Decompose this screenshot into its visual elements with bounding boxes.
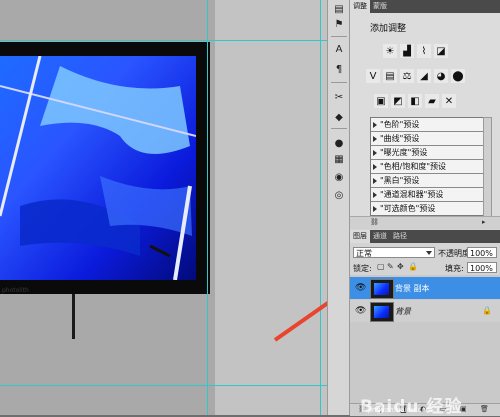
opacity-input[interactable]: 100% <box>467 247 497 258</box>
adjustments-menu-icon[interactable]: ▸ <box>482 219 489 226</box>
document-canvas[interactable]: photolith <box>0 0 327 415</box>
adjustments-title: 添加调整 <box>370 24 407 34</box>
lock-transparent-icon[interactable]: ▢ <box>377 263 385 271</box>
layers-tab-bar: 图层 通道 路径 <box>350 230 500 243</box>
right-panels: 调整 蒙版 添加调整 ☀ ▟ ⌇ ◪ V ▤ ⚖ ◢ ◕ ⬤ ▣ ◩ ◧ ▰ ✕… <box>350 0 500 416</box>
preset-selective-color[interactable]: "可选颜色"预设 <box>371 202 483 215</box>
layer-list: 👁 背景 副本 👁 背景 🔒 <box>350 275 500 403</box>
layer-name[interactable]: 背景 <box>395 306 411 317</box>
eye-icon[interactable]: 👁 <box>355 306 366 316</box>
invert-icon[interactable]: ▣ <box>374 94 388 108</box>
tab-layers[interactable]: 图层 <box>350 230 370 243</box>
color-icon[interactable]: ● <box>332 136 346 150</box>
adjustment-icons-row-2: V ▤ ⚖ ◢ ◕ ⬤ <box>366 69 465 83</box>
adjustment-icons-row-3: ▣ ◩ ◧ ▰ ✕ <box>374 94 456 108</box>
tab-adjustments[interactable]: 调整 <box>350 0 370 13</box>
red-arrow-annotation <box>273 301 327 342</box>
character-icon[interactable]: A <box>332 42 346 56</box>
preset-curves[interactable]: "曲线"预设 <box>371 132 483 146</box>
fill-label: 填充: <box>445 264 464 273</box>
layer-thumbnail <box>370 302 394 322</box>
guide-vertical[interactable] <box>207 0 208 415</box>
chevron-down-icon <box>426 251 432 255</box>
lock-icon: 🔒 <box>482 306 492 315</box>
preset-channel-mixer[interactable]: "通道混和器"预设 <box>371 188 483 202</box>
black-white-icon[interactable]: ◢ <box>417 69 431 83</box>
preset-hue-saturation[interactable]: "色相/饱和度"预设 <box>371 160 483 174</box>
lock-position-icon[interactable]: ✥ <box>397 263 405 271</box>
guide-vertical[interactable] <box>320 0 321 415</box>
fill-input[interactable]: 100% <box>467 262 497 273</box>
adjustment-icons-row-1: ☀ ▟ ⌇ ◪ <box>383 44 448 58</box>
preset-levels[interactable]: "色阶"预设 <box>371 118 483 132</box>
panel-dock-strip: ▤ ⚑ A ¶ ✂ ◆ ● ▦ ◉ ◎ <box>327 0 350 415</box>
adjustments-footer: ⛓ ▸ <box>350 216 500 229</box>
guide-horizontal[interactable] <box>0 40 327 41</box>
swatches-icon[interactable]: ▦ <box>332 152 346 166</box>
levels-icon[interactable]: ▟ <box>400 44 414 58</box>
guide-horizontal[interactable] <box>0 385 327 386</box>
adjustment-presets-list: "色阶"预设 "曲线"预设 "曝光度"预设 "色相/饱和度"预设 "黑白"预设 … <box>370 117 484 216</box>
layer-row-background[interactable]: 👁 背景 🔒 <box>350 300 500 322</box>
delete-layer-icon[interactable]: 🗑 <box>480 406 489 413</box>
layer-thumbnail <box>370 279 394 299</box>
tab-channels[interactable]: 通道 <box>370 230 390 243</box>
clone-source-icon[interactable]: ◆ <box>332 110 346 124</box>
styles-icon[interactable]: ◉ <box>332 170 346 184</box>
brightness-contrast-icon[interactable]: ☀ <box>383 44 397 58</box>
exposure-icon[interactable]: ◪ <box>434 44 448 58</box>
preset-black-white[interactable]: "黑白"预设 <box>371 174 483 188</box>
selective-color-icon[interactable]: ✕ <box>442 94 456 108</box>
photo-caption: photolith <box>2 287 29 294</box>
threshold-icon[interactable]: ◧ <box>408 94 422 108</box>
tab-masks[interactable]: 蒙版 <box>370 0 390 13</box>
paragraph-icon[interactable]: ¶ <box>332 62 346 76</box>
eye-icon[interactable]: 👁 <box>355 283 366 293</box>
layers-panel: 图层 通道 路径 正常 不透明度: 100% 锁定: ▢ ✎ ✥ 🔒 填充: 1… <box>350 230 500 416</box>
layer-name[interactable]: 背景 副本 <box>395 283 430 294</box>
adjustments-tab-bar: 调整 蒙版 <box>350 0 500 13</box>
posterize-icon[interactable]: ◩ <box>391 94 405 108</box>
lock-label: 锁定: <box>353 264 372 273</box>
color-balance-icon[interactable]: ⚖ <box>400 69 414 83</box>
lock-all-icon[interactable]: 🔒 <box>408 263 418 271</box>
layer-row-background-copy[interactable]: 👁 背景 副本 <box>350 277 500 299</box>
presets-scrollbar[interactable] <box>483 117 492 217</box>
photo-filter-icon[interactable]: ◕ <box>434 69 448 83</box>
hue-saturation-icon[interactable]: ▤ <box>383 69 397 83</box>
monitor-cable <box>72 294 75 339</box>
adjustments-panel: 调整 蒙版 添加调整 ☀ ▟ ⌇ ◪ V ▤ ⚖ ◢ ◕ ⬤ ▣ ◩ ◧ ▰ ✕… <box>350 0 500 229</box>
baidu-watermark-url: jingyan.baidu.com <box>368 406 433 414</box>
vibrance-icon[interactable]: V <box>366 69 380 83</box>
preset-exposure[interactable]: "曝光度"预设 <box>371 146 483 160</box>
photo-monitor-frame: photolith <box>0 42 210 294</box>
canvas-pasteboard <box>215 0 327 415</box>
blend-mode-select[interactable]: 正常 <box>353 247 435 258</box>
actions-icon[interactable]: ⚑ <box>332 17 346 31</box>
lock-image-icon[interactable]: ✎ <box>387 263 395 271</box>
tab-paths[interactable]: 路径 <box>390 230 410 243</box>
navigator-icon[interactable]: ◎ <box>332 188 346 202</box>
channel-mixer-icon[interactable]: ⬤ <box>451 69 465 83</box>
history-icon[interactable]: ▤ <box>332 2 346 16</box>
tool-presets-icon[interactable]: ✂ <box>332 90 346 104</box>
gradient-map-icon[interactable]: ▰ <box>425 94 439 108</box>
photo-screen-image <box>0 56 196 280</box>
clip-icon[interactable]: ⛓ <box>370 219 379 226</box>
blend-mode-value: 正常 <box>356 249 372 258</box>
curves-icon[interactable]: ⌇ <box>417 44 431 58</box>
